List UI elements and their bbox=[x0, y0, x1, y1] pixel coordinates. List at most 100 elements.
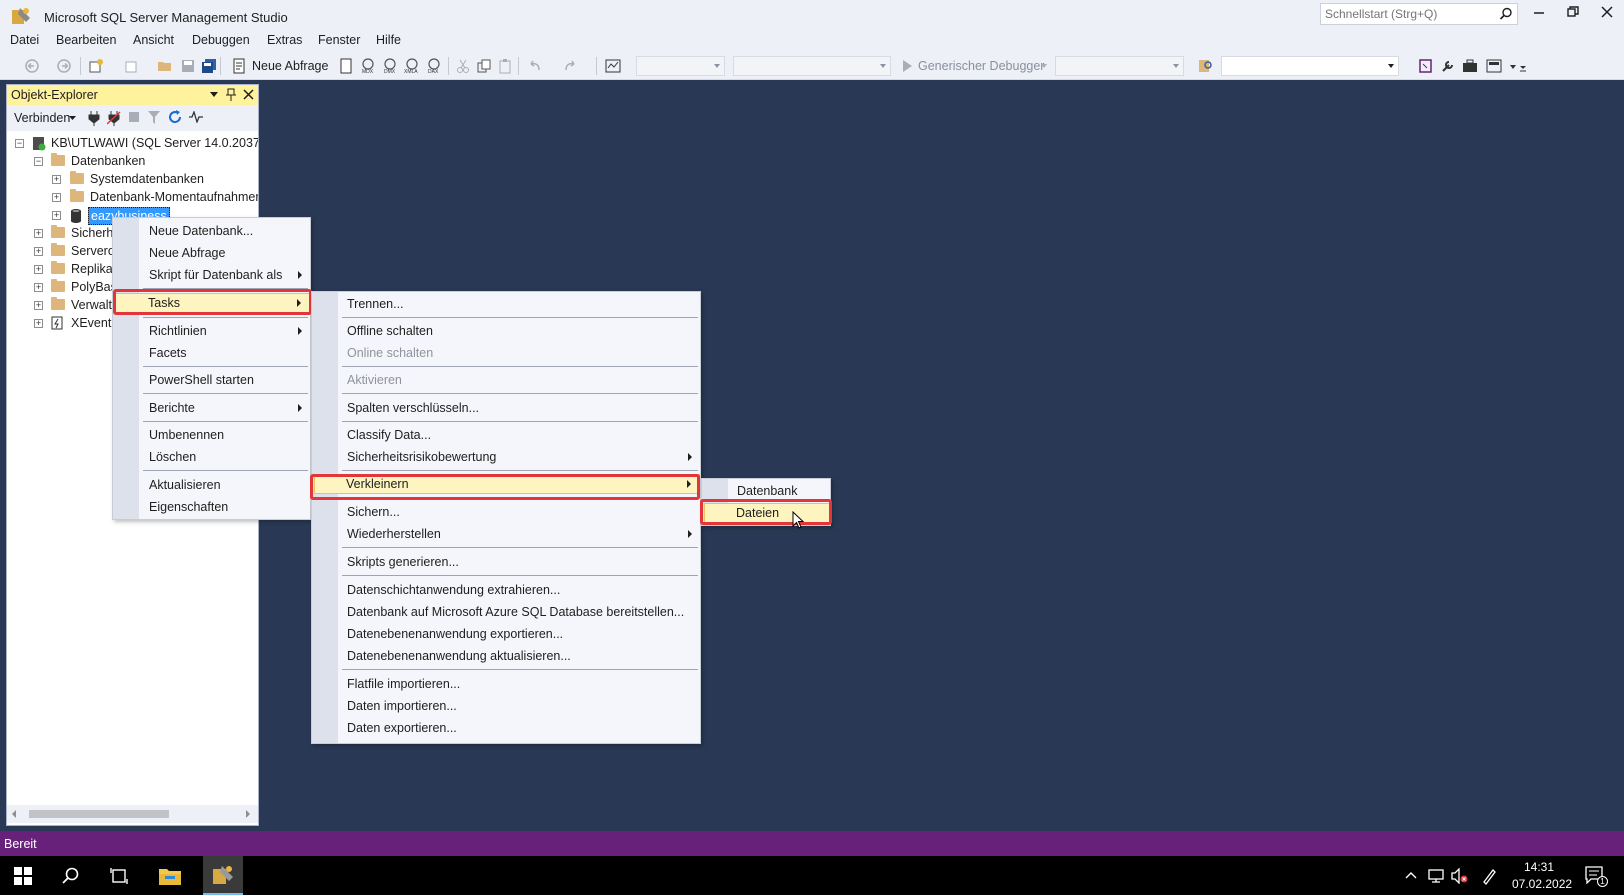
clock-time[interactable]: 14:31 bbox=[1524, 860, 1554, 874]
find-in-files-icon[interactable] bbox=[1198, 58, 1214, 74]
expand-icon[interactable]: + bbox=[34, 247, 43, 256]
layout-icon[interactable] bbox=[1486, 58, 1502, 74]
menu-item-policies[interactable]: Richtlinien bbox=[115, 321, 310, 341]
add-item-icon[interactable] bbox=[124, 58, 140, 74]
menu-item-classify-data[interactable]: Classify Data... bbox=[314, 425, 700, 445]
expand-icon[interactable]: + bbox=[34, 265, 43, 274]
save-icon[interactable] bbox=[180, 58, 196, 74]
volume-muted-icon[interactable] bbox=[1451, 868, 1469, 884]
menu-item-deploy-to-azure[interactable]: Datenbank auf Microsoft Azure SQL Databa… bbox=[314, 602, 700, 622]
task-view-icon[interactable] bbox=[110, 867, 128, 885]
tree-node-databases[interactable]: − Datenbanken bbox=[7, 153, 258, 171]
menu-item-new-database[interactable]: Neue Datenbank... bbox=[115, 221, 310, 241]
connect-plug-icon[interactable] bbox=[87, 110, 101, 126]
tree-node-system-databases[interactable]: + Systemdatenbanken bbox=[7, 171, 258, 189]
new-project-icon[interactable] bbox=[88, 58, 104, 74]
paste-icon[interactable] bbox=[497, 58, 513, 74]
menu-datei[interactable]: Datei bbox=[10, 33, 39, 47]
expand-icon[interactable]: + bbox=[52, 193, 61, 202]
menu-item-extract-data-tier-app[interactable]: Datenschichtanwendung extrahieren... bbox=[314, 580, 700, 600]
solution-explorer-icon[interactable] bbox=[1418, 58, 1434, 74]
scroll-left-icon[interactable] bbox=[11, 810, 17, 818]
close-button[interactable] bbox=[1597, 6, 1617, 24]
save-all-icon[interactable] bbox=[201, 58, 217, 74]
tree-node-server[interactable]: − KB\UTLWAWI (SQL Server 14.0.2037 - Cl bbox=[7, 135, 258, 153]
menu-bearbeiten[interactable]: Bearbeiten bbox=[56, 33, 116, 47]
chevron-down-icon[interactable] bbox=[1040, 62, 1048, 70]
collapse-icon[interactable]: − bbox=[15, 139, 24, 148]
chevron-down-icon[interactable] bbox=[1509, 58, 1517, 74]
menu-item-upgrade-data-tier-app[interactable]: Datenebenenanwendung aktualisieren... bbox=[314, 646, 700, 666]
undo-icon[interactable] bbox=[527, 58, 543, 74]
mdx-icon[interactable]: MDX bbox=[360, 58, 376, 74]
menu-ansicht[interactable]: Ansicht bbox=[133, 33, 174, 47]
refresh-icon[interactable] bbox=[168, 110, 182, 124]
expand-icon[interactable]: + bbox=[52, 211, 61, 220]
cut-icon[interactable] bbox=[455, 58, 471, 74]
toolbox-icon[interactable] bbox=[1462, 58, 1478, 74]
stop-icon[interactable] bbox=[129, 112, 139, 122]
action-center-button[interactable]: 1 bbox=[1585, 866, 1608, 887]
chevron-up-icon[interactable] bbox=[1405, 871, 1417, 879]
restore-button[interactable] bbox=[1563, 6, 1583, 24]
expand-icon[interactable]: + bbox=[34, 229, 43, 238]
connect-button[interactable]: Verbinden bbox=[14, 111, 70, 125]
network-icon[interactable] bbox=[1427, 868, 1445, 884]
open-icon[interactable] bbox=[157, 58, 173, 74]
toolbar-overflow-icon[interactable] bbox=[1519, 58, 1527, 74]
menu-item-generate-scripts[interactable]: Skripts generieren... bbox=[314, 552, 700, 572]
quick-launch-box[interactable] bbox=[1320, 3, 1518, 25]
wrench-icon[interactable] bbox=[1440, 58, 1456, 74]
scrollbar-thumb[interactable] bbox=[29, 810, 169, 818]
menu-item-restore[interactable]: Wiederherstellen bbox=[314, 524, 700, 544]
scroll-right-icon[interactable] bbox=[245, 810, 251, 818]
search-icon[interactable] bbox=[62, 867, 80, 885]
horizontal-scrollbar[interactable] bbox=[7, 805, 258, 823]
menu-item-reports[interactable]: Berichte bbox=[115, 398, 310, 418]
menu-item-backup[interactable]: Sichern... bbox=[314, 502, 700, 522]
menu-extras[interactable]: Extras bbox=[267, 33, 302, 47]
menu-hilfe[interactable]: Hilfe bbox=[376, 33, 401, 47]
menu-item-script-database-as[interactable]: Skript für Datenbank als bbox=[115, 265, 310, 285]
activity-monitor-icon[interactable] bbox=[605, 58, 621, 74]
menu-item-facets[interactable]: Facets bbox=[115, 343, 310, 363]
menu-item-new-query[interactable]: Neue Abfrage bbox=[115, 243, 310, 263]
filter-icon[interactable] bbox=[148, 111, 160, 124]
chevron-down-icon[interactable] bbox=[69, 116, 76, 121]
dax-icon[interactable]: DAX bbox=[426, 58, 442, 74]
debug-start-icon[interactable] bbox=[899, 58, 915, 74]
pin-icon[interactable] bbox=[226, 88, 236, 102]
ssms-taskbar-button[interactable] bbox=[203, 856, 243, 895]
solution-platform-dropdown[interactable] bbox=[733, 56, 891, 76]
database-engine-query-icon[interactable] bbox=[338, 58, 354, 74]
menu-item-export-data-tier-app[interactable]: Datenebenenanwendung exportieren... bbox=[314, 624, 700, 644]
menu-item-rename[interactable]: Umbenennen bbox=[115, 425, 310, 445]
new-query-button[interactable]: Neue Abfrage bbox=[252, 59, 328, 73]
new-query-icon[interactable] bbox=[231, 58, 247, 74]
menu-fenster[interactable]: Fenster bbox=[318, 33, 360, 47]
search-icon[interactable] bbox=[1499, 7, 1513, 21]
menu-item-import-data[interactable]: Daten importieren... bbox=[314, 696, 700, 716]
windows-start-icon[interactable] bbox=[14, 867, 32, 885]
debug-target-dropdown[interactable] bbox=[1055, 56, 1184, 76]
menu-item-detach[interactable]: Trennen... bbox=[314, 294, 700, 314]
expand-icon[interactable]: + bbox=[34, 283, 43, 292]
minimize-button[interactable] bbox=[1529, 6, 1549, 24]
expand-icon[interactable]: + bbox=[52, 175, 61, 184]
menu-item-import-flat-file[interactable]: Flatfile importieren... bbox=[314, 674, 700, 694]
back-icon[interactable] bbox=[24, 58, 40, 74]
quick-launch-input[interactable] bbox=[1321, 4, 1493, 24]
redo-icon[interactable] bbox=[562, 58, 578, 74]
chevron-down-icon[interactable] bbox=[210, 92, 218, 98]
dmx-icon[interactable]: DMX bbox=[382, 58, 398, 74]
menu-debuggen[interactable]: Debuggen bbox=[192, 33, 250, 47]
solution-config-dropdown[interactable] bbox=[636, 56, 725, 76]
tree-node-database-snapshots[interactable]: + Datenbank-Momentaufnahmen bbox=[7, 189, 258, 207]
find-dropdown[interactable] bbox=[1221, 56, 1399, 76]
generic-debugger-button[interactable]: Generischer Debugger bbox=[918, 59, 1044, 73]
pen-icon[interactable] bbox=[1481, 867, 1497, 885]
menu-item-encrypt-columns[interactable]: Spalten verschlüsseln... bbox=[314, 398, 700, 418]
activity-monitor-icon[interactable] bbox=[189, 111, 203, 123]
xmla-icon[interactable]: XMLA bbox=[404, 58, 420, 74]
collapse-icon[interactable]: − bbox=[34, 157, 43, 166]
